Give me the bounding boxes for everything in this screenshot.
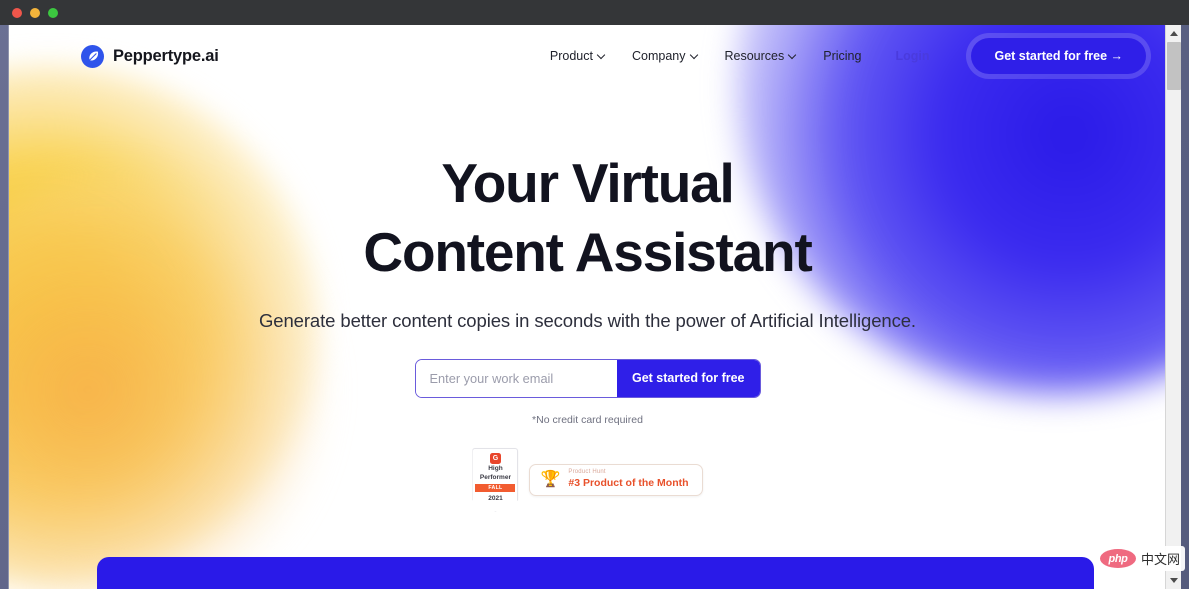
hero-section: Your Virtual Content Assistant Generate … (9, 87, 1166, 512)
scroll-up-button[interactable] (1166, 25, 1181, 42)
product-hunt-text: Product Hunt #3 Product of the Month (568, 469, 688, 490)
chevron-down-icon (1170, 578, 1178, 583)
login-link[interactable]: Login (895, 49, 929, 63)
nav-label-company: Company (632, 49, 686, 63)
main-navigation: Product Company Resources Pricing Login … (550, 38, 1146, 74)
nav-item-pricing[interactable]: Pricing (823, 49, 861, 63)
chevron-down-icon (691, 51, 699, 59)
feather-quill-icon (81, 44, 104, 68)
g2-badge-season-band: FALL (475, 483, 516, 493)
email-signup-form: Get started for free (414, 358, 761, 398)
g2-logo-letter: G (492, 454, 499, 462)
no-credit-card-note: *No credit card required (532, 413, 643, 426)
minimize-window-button[interactable] (30, 7, 40, 18)
nav-label-pricing: Pricing (823, 49, 862, 63)
site-header: Peppertype.ai Product Company Resources (9, 25, 1166, 87)
scroll-down-button[interactable] (1166, 572, 1181, 589)
brand-logo-link[interactable]: Peppertype.ai (81, 44, 219, 68)
nav-item-product[interactable]: Product (550, 49, 606, 63)
work-email-input[interactable] (415, 359, 617, 397)
hero-title-line-1: Your Virtual (441, 152, 734, 214)
chevron-down-icon (598, 51, 606, 59)
g2-badge-line-2: Performer (479, 473, 511, 481)
vertical-scrollbar[interactable] (1165, 25, 1181, 589)
g2-badge-year: 2021 (488, 495, 503, 503)
chevron-up-icon (1170, 31, 1178, 36)
hero-subtitle: Generate better content copies in second… (259, 309, 916, 331)
php-watermark: php 中文网 (1096, 546, 1185, 571)
maximize-window-button[interactable] (48, 7, 58, 18)
chevron-down-icon (789, 51, 797, 59)
webpage-canvas: Peppertype.ai Product Company Resources (9, 25, 1166, 589)
scrollbar-thumb[interactable] (1167, 42, 1181, 90)
g2-high-performer-badge[interactable]: G High Performer FALL 2021 (472, 447, 519, 512)
next-section-panel (97, 557, 1094, 589)
page-title: Your Virtual Content Assistant (9, 149, 1166, 288)
g2-logo-icon: G (489, 452, 501, 464)
product-hunt-badge[interactable]: 🏆 Product Hunt #3 Product of the Month (529, 463, 703, 496)
watermark-label: 中文网 (1140, 552, 1180, 567)
header-get-started-button[interactable]: Get started for free → (971, 38, 1146, 74)
browser-window: Peppertype.ai Product Company Resources (8, 25, 1181, 589)
product-hunt-kicker: Product Hunt (568, 468, 606, 475)
award-badges: G High Performer FALL 2021 🏆 Product Hun… (9, 447, 1166, 512)
g2-badge-line-1: High (488, 464, 503, 472)
product-hunt-title: #3 Product of the Month (568, 476, 689, 489)
nav-item-resources[interactable]: Resources (725, 49, 798, 63)
g2-badge-season-text: FALL (488, 485, 503, 492)
php-logo-icon: php (1099, 549, 1136, 568)
close-window-button[interactable] (12, 7, 22, 18)
signup-get-started-button[interactable]: Get started for free (616, 359, 760, 397)
trophy-icon: 🏆 (540, 470, 561, 488)
brand-name-text: Peppertype.ai (113, 46, 219, 65)
php-logo-text: php (1108, 552, 1128, 565)
window-title-bar (0, 0, 1189, 25)
desktop-background: Peppertype.ai Product Company Resources (0, 0, 1189, 589)
nav-label-resources: Resources (724, 49, 785, 63)
nav-item-company[interactable]: Company (632, 49, 699, 63)
nav-label-product: Product (549, 49, 593, 63)
hero-title-line-2: Content Assistant (363, 221, 812, 284)
